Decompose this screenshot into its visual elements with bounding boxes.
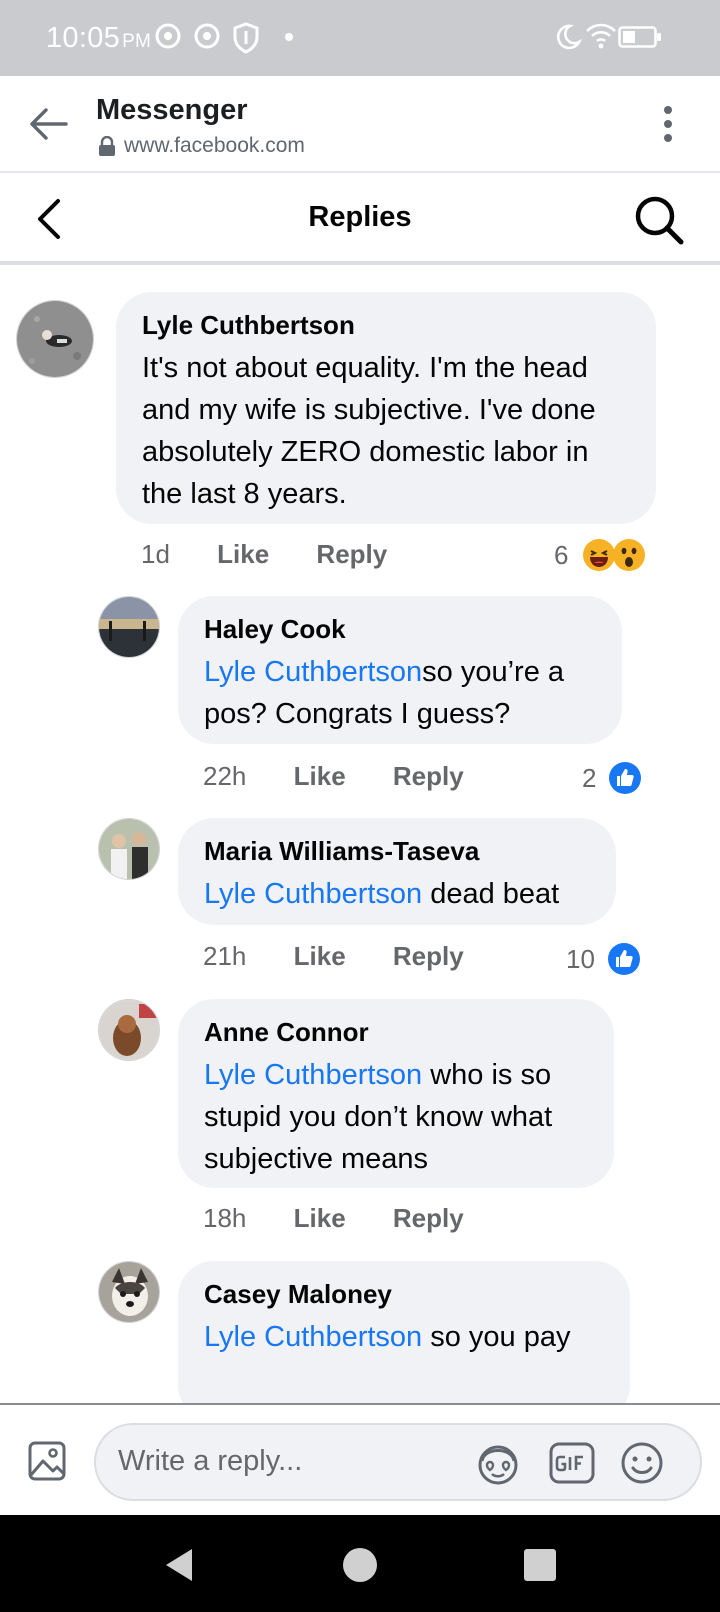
replies-feed[interactable]: Lyle Cuthbertson It's not about equality… [0,269,720,1403]
browser-url[interactable]: www.facebook.com [124,134,305,158]
avatar-image [99,1000,159,1060]
like-button[interactable]: Like [294,1203,346,1233]
like-reaction-icon [607,943,640,975]
search-icon[interactable] [633,194,685,246]
reaction-summary[interactable]: 2 [582,761,642,795]
comment-body: dead beat [422,878,560,910]
wow-reaction-icon [613,539,646,571]
wifi-icon [586,23,616,49]
browser-bar: Messenger www.facebook.com [0,76,720,173]
like-reaction-icon [609,762,642,794]
comment-bubble: Lyle Cuthbertson It's not about equality… [116,292,656,524]
comment-text: It's not about equality. I'm the head an… [142,352,596,510]
more-vertical-icon[interactable] [650,100,686,148]
avatar-image [99,819,159,879]
comment-text: Lyle Cuthbertson dead beat [204,873,590,915]
page-title: Replies [308,201,412,233]
emoji-icon[interactable] [618,1439,666,1487]
comment-author[interactable]: Maria Williams-Taseva [204,836,590,867]
comment-body: so you pay [422,1321,571,1353]
reply-button[interactable]: Reply [316,539,387,569]
comment-bubble: Anne Connor Lyle Cuthbertson who is so s… [178,999,614,1188]
comment-time[interactable]: 21h [203,941,246,971]
moon-icon [556,24,582,50]
reply-composer: Write a reply... [0,1403,720,1515]
mention-link[interactable]: Lyle Cuthbertson [204,878,422,910]
comment-time[interactable]: 1d [141,539,170,569]
avatar-image [17,301,93,377]
reaction-summary[interactable]: 6 [554,538,646,572]
comment-text: Lyle Cuthbertson so you pay [204,1316,604,1358]
comment-text: Lyle Cuthbertson who is so stupid you do… [204,1054,588,1180]
nav-back-icon[interactable] [160,1545,200,1585]
chrome-icon [194,23,220,49]
avatar[interactable] [98,999,160,1061]
status-time: 10:05 PM [46,22,152,54]
reply-input[interactable]: Write a reply... [94,1423,702,1501]
comment-author[interactable]: Anne Connor [204,1017,588,1048]
comment-author[interactable]: Casey Maloney [204,1279,604,1310]
gif-icon[interactable] [548,1439,596,1487]
like-button[interactable]: Like [294,761,346,791]
comment-author[interactable]: Lyle Cuthbertson [142,310,630,341]
comment-bubble: Casey Maloney Lyle Cuthbertson so you pa… [178,1261,630,1403]
comment-text: Lyle Cuthbertsonso you’re a pos? Congrat… [204,651,596,735]
avatar[interactable] [98,818,160,880]
photo-icon[interactable] [28,1439,68,1483]
avatar[interactable] [16,300,94,378]
arrow-left-icon[interactable] [24,100,72,148]
lock-icon [99,136,115,156]
shield-icon [233,22,259,54]
reply-placeholder: Write a reply... [118,1445,303,1477]
avatar-image [99,1262,159,1322]
comment-meta: 18h Like Reply [203,1203,464,1234]
replies-header: Replies [0,173,720,265]
battery-icon [618,26,661,48]
like-button[interactable]: Like [217,539,269,569]
comment-bubble: Maria Williams-Taseva Lyle Cuthbertson d… [178,818,616,925]
avatar-image [99,597,159,657]
avatar[interactable] [98,596,160,658]
system-nav-bar [0,1515,720,1612]
avatar[interactable] [98,1261,160,1323]
dot-icon [285,33,293,41]
mention-link[interactable]: Lyle Cuthbertson [204,1059,422,1091]
reaction-count: 2 [582,762,597,793]
nav-recents-icon[interactable] [520,1545,560,1585]
browser-title: Messenger [96,94,248,126]
chrome-icon [155,23,181,49]
mention-link[interactable]: Lyle Cuthbertson [204,656,422,688]
comment-meta: 22h Like Reply [203,761,464,792]
comment-meta: 21h Like Reply [203,941,464,972]
haha-reaction-icon [583,539,616,571]
status-bar: 10:05 PM [0,0,720,76]
reaction-count: 10 [566,943,595,974]
reply-button[interactable]: Reply [393,761,464,791]
avatar-sticker-icon[interactable] [474,1439,522,1487]
comment-meta: 1d Like Reply [141,539,387,570]
reaction-count: 6 [554,539,569,570]
comment-time[interactable]: 18h [203,1203,246,1233]
like-button[interactable]: Like [294,941,346,971]
mention-link[interactable]: Lyle Cuthbertson [204,1321,422,1353]
nav-home-icon[interactable] [340,1545,380,1585]
reply-button[interactable]: Reply [393,941,464,971]
reply-button[interactable]: Reply [393,1203,464,1233]
reaction-summary[interactable]: 10 [566,942,641,976]
comment-time[interactable]: 22h [203,761,246,791]
comment-author[interactable]: Haley Cook [204,614,596,645]
comment-bubble: Haley Cook Lyle Cuthbertsonso you’re a p… [178,596,622,744]
screen: { "status_bar": { "time": "10:05", "ampm… [0,0,720,1612]
